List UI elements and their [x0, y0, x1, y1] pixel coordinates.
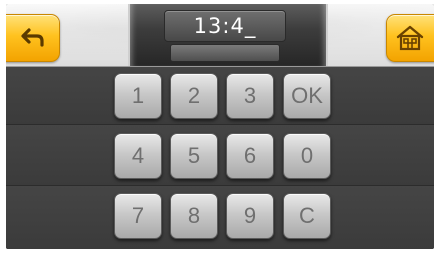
top-bar: 13:4_ — [6, 4, 434, 67]
background-stripe — [6, 186, 434, 249]
key-1[interactable]: 1 — [114, 73, 162, 119]
key-9[interactable]: 9 — [226, 193, 274, 239]
back-arrow-icon — [21, 28, 44, 47]
background-stripe — [6, 67, 434, 125]
key-5[interactable]: 5 — [170, 133, 218, 179]
secondary-field — [170, 44, 280, 62]
key-2[interactable]: 2 — [170, 73, 218, 119]
key-3[interactable]: 3 — [226, 73, 274, 119]
ok-button[interactable]: OK — [283, 73, 331, 119]
back-button[interactable] — [6, 14, 60, 62]
key-0[interactable]: 0 — [283, 133, 331, 179]
time-display: 13:4_ — [128, 4, 328, 66]
clear-button[interactable]: C — [283, 193, 331, 239]
background-stripe — [6, 125, 434, 186]
home-button[interactable] — [386, 14, 434, 62]
key-8[interactable]: 8 — [170, 193, 218, 239]
time-input-field[interactable]: 13:4_ — [164, 10, 286, 42]
time-entry-screen: 13:4_ 1 2 3 OK 4 5 6 0 7 8 9 C — [6, 4, 434, 249]
key-7[interactable]: 7 — [114, 193, 162, 239]
key-4[interactable]: 4 — [114, 133, 162, 179]
key-6[interactable]: 6 — [226, 133, 274, 179]
home-icon — [396, 25, 424, 51]
